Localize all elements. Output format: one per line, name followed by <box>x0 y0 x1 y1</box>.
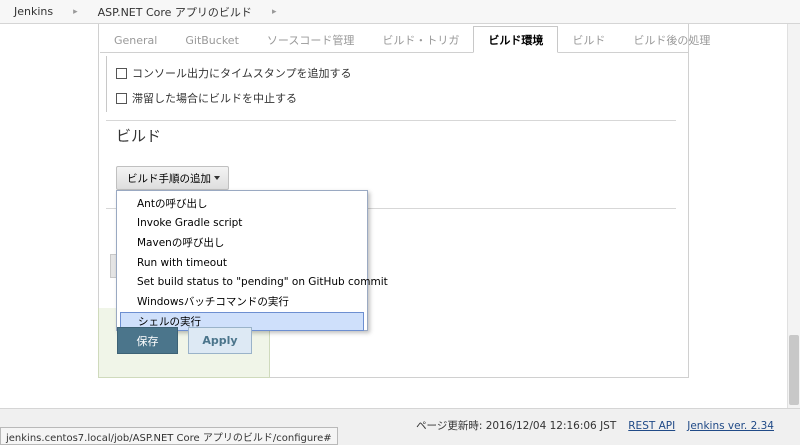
config-tabs: General GitBucket ソースコード管理 ビルド・トリガ ビルド環境… <box>100 26 710 53</box>
tab-gitbucket[interactable]: GitBucket <box>171 28 253 52</box>
menu-item-windows-batch[interactable]: Windowsバッチコマンドの実行 <box>117 292 367 312</box>
tab-build[interactable]: ビルド <box>558 28 619 52</box>
breadcrumb: Jenkins ▸ ASP.NET Core アプリのビルド ▸ <box>0 0 800 24</box>
tab-build-triggers[interactable]: ビルド・トリガ <box>368 28 473 52</box>
timestamps-checkbox[interactable] <box>116 67 127 79</box>
timestamps-option[interactable]: コンソール出力にタイムスタンプを追加する <box>116 65 351 81</box>
abort-stuck-label: 滞留した場合にビルドを中止する <box>132 92 297 105</box>
add-build-step-label: ビルド手順の追加 <box>127 172 211 185</box>
browser-status-url: jenkins.centos7.local/job/ASP.NET Core ア… <box>0 427 338 445</box>
section-divider <box>106 120 676 121</box>
jenkins-version-link[interactable]: Jenkins ver. 2.34 <box>687 420 774 432</box>
rest-api-link[interactable]: REST API <box>628 420 675 432</box>
chevron-down-icon <box>214 176 220 180</box>
scrollbar-thumb[interactable] <box>789 335 799 405</box>
breadcrumb-jenkins[interactable]: Jenkins <box>6 5 61 18</box>
tab-general[interactable]: General <box>100 28 171 52</box>
breadcrumb-separator-icon[interactable]: ▸ <box>61 7 90 17</box>
footer-info: ページ更新時: 2016/12/04 12:16:06 JST REST API… <box>416 418 774 433</box>
tab-post-build-actions[interactable]: ビルド後の処理 <box>619 28 724 52</box>
menu-item-github-pending[interactable]: Set build status to "pending" on GitHub … <box>117 272 388 292</box>
page-updated-time: ページ更新時: 2016/12/04 12:16:06 JST <box>416 420 617 432</box>
breadcrumb-separator-icon[interactable]: ▸ <box>260 7 289 17</box>
breadcrumb-job[interactable]: ASP.NET Core アプリのビルド <box>90 4 260 20</box>
menu-item-ant[interactable]: Antの呼び出し <box>117 194 367 214</box>
add-build-step-button[interactable]: ビルド手順の追加 <box>116 166 229 190</box>
build-step-menu: Antの呼び出し Invoke Gradle script Mavenの呼び出し… <box>116 190 388 332</box>
build-section-title: ビルド <box>116 127 162 145</box>
section-indent-line <box>106 56 107 112</box>
tab-build-environment[interactable]: ビルド環境 <box>473 26 559 53</box>
timestamps-label: コンソール出力にタイムスタンプを追加する <box>132 67 352 80</box>
apply-button[interactable]: Apply <box>188 327 252 354</box>
menu-item-run-with-timeout[interactable]: Run with timeout <box>117 253 367 273</box>
save-button[interactable]: 保存 <box>117 327 178 354</box>
tab-source-code-management[interactable]: ソースコード管理 <box>253 28 368 52</box>
abort-stuck-checkbox[interactable] <box>116 92 127 104</box>
abort-stuck-option[interactable]: 滞留した場合にビルドを中止する <box>116 90 297 106</box>
menu-item-maven[interactable]: Mavenの呼び出し <box>117 233 367 253</box>
menu-item-gradle[interactable]: Invoke Gradle script <box>117 214 367 234</box>
